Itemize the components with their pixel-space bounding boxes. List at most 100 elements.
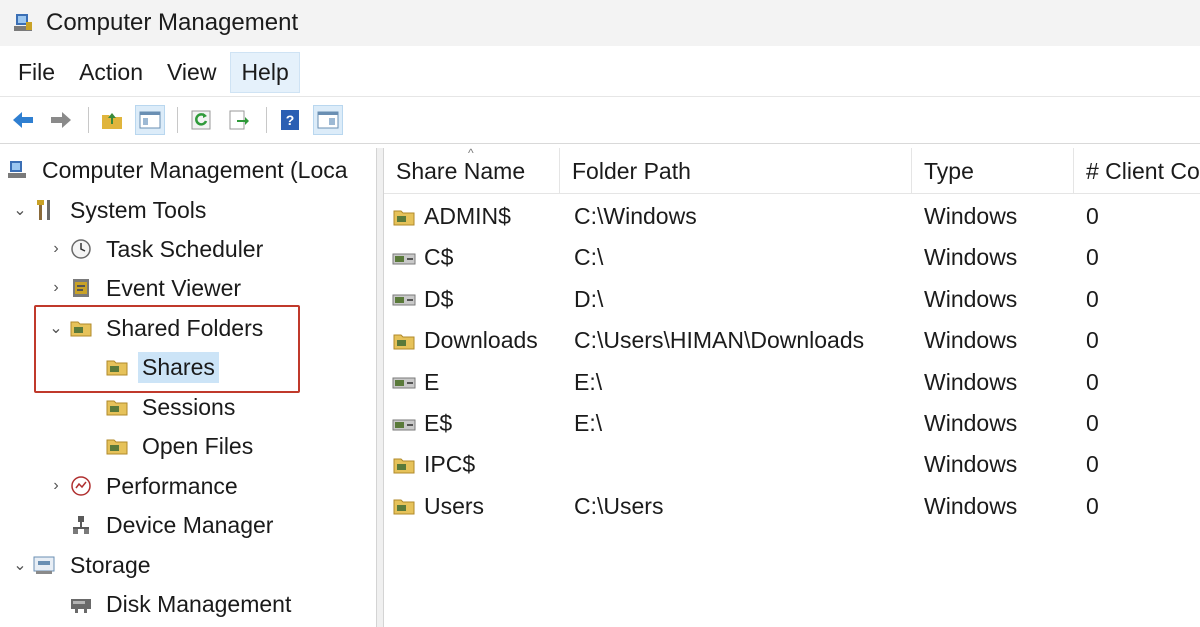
export-list-icon[interactable]	[224, 105, 254, 135]
table-row[interactable]: IPC$ Windows 0	[384, 444, 1200, 485]
cell-type: Windows	[924, 285, 1018, 312]
table-row[interactable]: ADMIN$ C:\Windows Windows 0	[384, 196, 1200, 237]
menu-action[interactable]: Action	[69, 53, 153, 92]
tree-item-performance[interactable]: › Performance	[44, 468, 242, 504]
console-tree: Computer Management (Loca ⌄ System Tools…	[0, 148, 376, 627]
cell-share-name: E	[392, 362, 439, 403]
chevron-down-icon[interactable]: ⌄	[8, 555, 32, 575]
tree-item-shares[interactable]: Shares	[104, 349, 219, 385]
cell-client-connections: 0	[1086, 327, 1099, 354]
cell-share-name: Users	[392, 486, 484, 527]
pane-splitter[interactable]	[376, 148, 384, 627]
cell-type: Windows	[924, 203, 1018, 229]
share-name-text: C$	[424, 244, 454, 271]
cell-folder-path: C:\	[574, 244, 604, 271]
cell-share-name: Downloads	[392, 320, 538, 361]
back-arrow-icon[interactable]	[8, 105, 38, 135]
table-row[interactable]: E$ E:\ Windows 0	[384, 403, 1200, 444]
tree-item-task-scheduler[interactable]: › Task Scheduler	[44, 231, 267, 267]
sort-indicator-icon: ^	[468, 148, 474, 160]
tree-item-shared-folders[interactable]: ⌄ Shared Folders	[44, 310, 267, 346]
table-row[interactable]: Downloads C:\Users\HIMAN\Downloads Windows…	[384, 320, 1200, 361]
share-name-text: E$	[424, 410, 453, 436]
up-folder-icon[interactable]	[97, 105, 127, 135]
cell-share-name: ADMIN$	[392, 196, 511, 237]
help-icon[interactable]: ?	[275, 105, 305, 135]
cell-share-name: D$	[392, 279, 453, 320]
chevron-down-icon[interactable]: ⌄	[44, 318, 68, 338]
show-hide-tree-icon[interactable]	[135, 105, 165, 135]
tree-item-system-tools[interactable]: ⌄ System Tools	[8, 192, 210, 228]
shared-folder-icon	[104, 395, 130, 419]
storage-icon	[32, 553, 58, 577]
column-header-folder-path[interactable]: Folder Path	[560, 148, 912, 194]
cell-type: Windows	[924, 244, 1018, 271]
share-name-text: E	[424, 368, 440, 395]
list-header: ^ Share Name Folder Path Type # Client C…	[384, 148, 1200, 194]
tree-item-label: Shares	[138, 351, 219, 383]
cell-type: Windows	[924, 410, 1018, 436]
cell-client-connections: 0	[1086, 203, 1099, 229]
disk-management-icon	[68, 592, 94, 616]
svg-text:?: ?	[286, 112, 295, 128]
table-row[interactable]: C$ C:\ Windows 0	[384, 237, 1200, 278]
toolbar-separator	[177, 107, 178, 133]
properties-icon[interactable]	[313, 105, 343, 135]
toolbar-separator	[266, 107, 267, 133]
menu-help[interactable]: Help	[230, 51, 300, 93]
share-name-text: IPC$	[424, 451, 476, 478]
shared-drive-icon	[392, 372, 418, 392]
menu-file[interactable]: File	[8, 53, 65, 92]
performance-icon	[68, 474, 94, 498]
menu-view[interactable]: View	[157, 53, 226, 92]
computer-management-icon	[12, 12, 34, 34]
column-header-share-name[interactable]: ^ Share Name	[384, 148, 560, 194]
tree-item-computer-management[interactable]: Computer Management (Loca	[4, 152, 352, 188]
column-header-client-connections[interactable]: # Client Co	[1074, 148, 1200, 194]
table-row[interactable]: D$ D:\ Windows 0	[384, 279, 1200, 320]
tree-item-open-files[interactable]: Open Files	[104, 428, 257, 464]
shared-folder-icon	[392, 455, 418, 475]
column-header-type[interactable]: Type	[912, 148, 1074, 194]
tree-item-label: Computer Management (Loca	[42, 156, 348, 183]
cell-client-connections: 0	[1086, 244, 1099, 271]
tree-item-label: Performance	[106, 472, 238, 499]
shared-drive-icon	[392, 248, 418, 268]
cell-folder-path: C:\Users	[574, 492, 664, 519]
tree-item-event-viewer[interactable]: › Event Viewer	[44, 270, 245, 306]
shared-drive-icon	[392, 414, 418, 434]
cell-client-connections: 0	[1086, 451, 1099, 478]
column-header-label: Folder Path	[572, 157, 691, 184]
cell-share-name: C$	[392, 237, 453, 278]
share-name-text: Downloads	[424, 327, 538, 354]
clock-icon	[68, 237, 94, 261]
cell-client-connections: 0	[1086, 410, 1099, 436]
tree-item-storage[interactable]: ⌄ Storage	[8, 547, 155, 583]
shared-folder-icon	[104, 434, 130, 458]
refresh-icon[interactable]	[186, 105, 216, 135]
column-header-label: Type	[924, 157, 974, 184]
chevron-right-icon[interactable]: ›	[44, 240, 68, 258]
chevron-right-icon[interactable]: ›	[44, 279, 68, 297]
table-row[interactable]: Users C:\Users Windows 0	[384, 486, 1200, 527]
share-name-text: D$	[424, 285, 454, 312]
tree-item-label: Event Viewer	[106, 274, 242, 301]
tree-item-device-manager[interactable]: Device Manager	[68, 507, 277, 543]
event-viewer-icon	[68, 276, 94, 300]
chevron-down-icon[interactable]: ⌄	[8, 200, 32, 220]
cell-client-connections: 0	[1086, 492, 1099, 519]
tree-item-label: Shared Folders	[106, 314, 264, 341]
toolbar: ?	[0, 96, 1200, 144]
forward-arrow-icon[interactable]	[46, 105, 76, 135]
cell-type: Windows	[924, 368, 1018, 395]
cell-type: Windows	[924, 451, 1018, 478]
table-row[interactable]: E E:\ Windows 0	[384, 362, 1200, 403]
tree-item-disk-management[interactable]: Disk Management	[68, 586, 295, 622]
tree-item-label: System Tools	[70, 196, 207, 223]
chevron-right-icon[interactable]: ›	[44, 477, 68, 495]
shared-drive-icon	[392, 289, 418, 309]
tree-item-label: Task Scheduler	[106, 235, 264, 262]
column-header-label: Share Name	[396, 157, 526, 184]
tree-item-sessions[interactable]: Sessions	[104, 389, 239, 425]
tree-item-label: Open Files	[142, 432, 254, 459]
